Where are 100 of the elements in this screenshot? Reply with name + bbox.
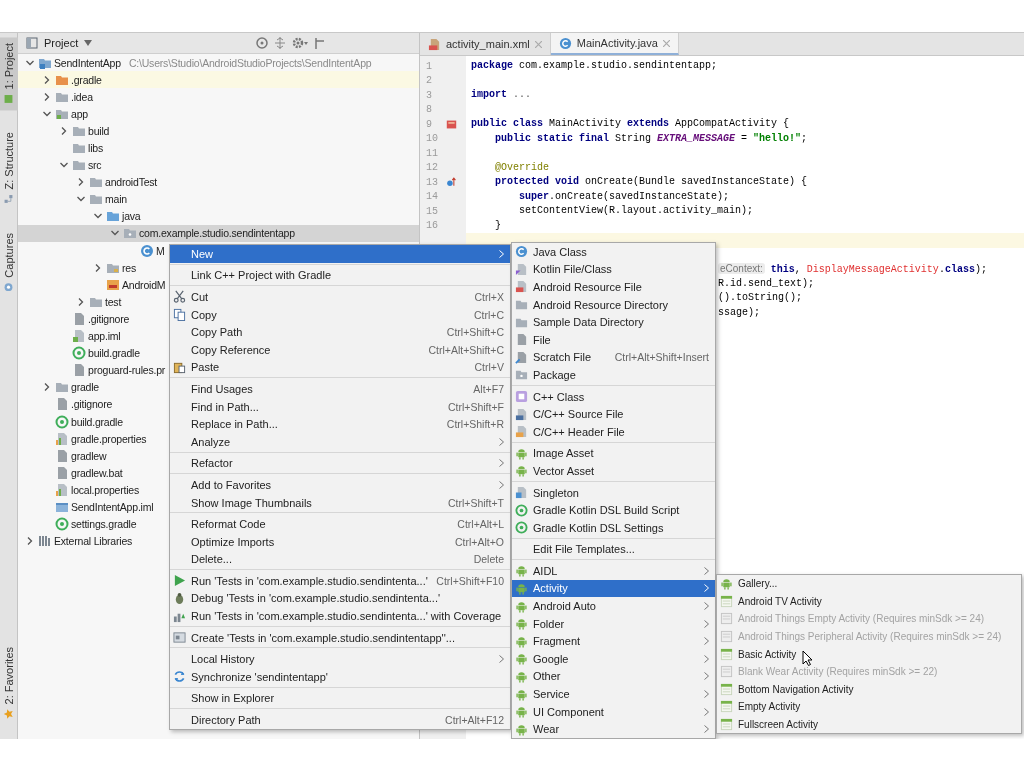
gear-icon[interactable] — [292, 37, 309, 49]
menu-item[interactable]: Find in Path... Ctrl+Shift+F — [170, 397, 510, 416]
menu-item[interactable]: Fullscreen Activity — [717, 715, 1021, 734]
tool-window-tab[interactable]: 2: Favorites — [0, 640, 18, 725]
tree-item[interactable]: gradlew — [18, 447, 107, 465]
menu-item[interactable]: Vector Asset — [512, 462, 715, 480]
menu-item[interactable]: Show Image Thumbnails Ctrl+Shift+T — [170, 493, 510, 512]
menu-item[interactable]: Empty Activity — [717, 698, 1021, 716]
menu-item[interactable]: Analyze — [170, 432, 510, 451]
menu-item[interactable]: Copy Reference Ctrl+Alt+Shift+C — [170, 340, 510, 359]
tree-item[interactable]: AndroidM — [18, 276, 166, 294]
menu-item[interactable]: Create 'Tests in 'com.example.studio.sendintentapp''... — [170, 628, 510, 647]
menu-item[interactable]: File — [512, 330, 715, 349]
android-icon — [515, 464, 528, 478]
tree-item[interactable]: settings.gradle — [18, 515, 137, 533]
tree-item[interactable]: app — [18, 105, 88, 123]
menu-item[interactable]: Find Usages Alt+F7 — [170, 380, 510, 398]
menu-item[interactable]: Local History — [170, 650, 510, 669]
tree-item[interactable]: M — [18, 242, 165, 260]
menu-item[interactable]: Service — [512, 685, 715, 703]
tree-item[interactable]: SendIntentApp C:\Users\Studio\AndroidStudioProjects\SendIntentApp — [18, 54, 372, 72]
tool-window-tab[interactable]: Captures — [0, 226, 18, 299]
layout-icon — [720, 682, 733, 696]
tree-item[interactable]: app.iml — [18, 327, 121, 345]
menu-item[interactable]: Edit File Templates... — [512, 540, 715, 559]
menu-item[interactable]: C/C++ Source File — [512, 405, 715, 423]
tree-item[interactable]: build.gradle — [18, 344, 140, 362]
tree-item[interactable]: src — [18, 156, 102, 174]
tree-item[interactable]: proguard-rules.pr — [18, 361, 166, 379]
menu-item[interactable]: New — [170, 245, 510, 263]
menu-item[interactable]: Synchronize 'sendintentapp' — [170, 668, 510, 686]
tree-item[interactable]: local.properties — [18, 481, 139, 499]
menu-item[interactable]: Refactor — [170, 454, 510, 473]
menu-item[interactable]: Sample Data Directory — [512, 313, 715, 331]
menu-item[interactable]: Singleton — [512, 483, 715, 502]
menu-item[interactable]: Java Class — [512, 243, 715, 261]
tree-item[interactable]: gradlew.bat — [18, 464, 123, 482]
menu-item[interactable]: Basic Activity — [717, 645, 1021, 663]
tree-item[interactable]: .idea — [18, 88, 93, 106]
menu-item[interactable]: Gallery... — [717, 575, 1021, 593]
editor-tab[interactable]: activity_main.xml — [420, 33, 551, 55]
menu-item[interactable]: Debug 'Tests in 'com.example.studio.sendintenta...' — [170, 589, 510, 608]
tool-window-tab[interactable]: 1: Project — [0, 37, 18, 111]
menu-item[interactable]: UI Component — [512, 702, 715, 721]
tree-item[interactable]: main — [18, 190, 127, 208]
tree-item[interactable]: build.gradle — [18, 412, 123, 431]
menu-item[interactable]: Folder — [512, 614, 715, 633]
menu-item[interactable]: Add to Favorites — [170, 476, 510, 494]
menu-item[interactable]: AIDL — [512, 562, 715, 580]
menu-item[interactable]: Copy Ctrl+C — [170, 305, 510, 324]
menu-item[interactable]: Scratch File Ctrl+Alt+Shift+Insert — [512, 348, 715, 367]
menu-item[interactable]: Copy Path Ctrl+Shift+C — [170, 323, 510, 341]
tree-item[interactable]: test — [18, 293, 122, 311]
tree-item[interactable]: gradle — [18, 378, 99, 396]
menu-item[interactable]: Run 'Tests in 'com.example.studio.sendintenta...' with Coverage — [170, 607, 510, 625]
menu-item[interactable]: Wear — [512, 720, 715, 739]
tree-item[interactable]: External Libraries — [18, 532, 133, 550]
tree-item[interactable]: androidTest — [18, 173, 158, 191]
collapse-icon[interactable] — [274, 37, 287, 49]
tree-item[interactable]: SendIntentApp.iml — [18, 498, 154, 516]
tree-item[interactable]: java — [18, 207, 141, 225]
tree-item[interactable]: .gitignore — [18, 310, 130, 328]
menu-item[interactable]: Android Resource Directory — [512, 295, 715, 314]
menu-item[interactable]: Replace in Path... Ctrl+Shift+R — [170, 415, 510, 433]
menu-item[interactable]: C/C++ Header File — [512, 422, 715, 441]
menu-item[interactable]: Android TV Activity — [717, 592, 1021, 611]
menu-item[interactable]: Activity — [512, 579, 715, 598]
menu-item[interactable]: Paste Ctrl+V — [170, 358, 510, 377]
menu-item[interactable]: Run 'Tests in 'com.example.studio.sendintenta...' Ctrl+Shift+F10 — [170, 572, 510, 590]
tree-item[interactable]: .gradle — [18, 71, 419, 89]
menu-item[interactable]: Gradle Kotlin DSL Build Script — [512, 501, 715, 519]
menu-item[interactable]: Gradle Kotlin DSL Settings — [512, 518, 715, 537]
target-icon[interactable] — [256, 37, 269, 49]
tree-item[interactable]: res — [18, 259, 136, 277]
menu-item[interactable]: Show in Explorer — [170, 689, 510, 708]
menu-item[interactable]: Google — [512, 650, 715, 668]
tree-item[interactable]: .gitignore — [18, 395, 113, 413]
menu-item[interactable]: Android Resource File — [512, 278, 715, 296]
menu-item[interactable]: Kotlin File/Class — [512, 260, 715, 279]
menu-item[interactable]: Directory Path Ctrl+Alt+F12 — [170, 711, 510, 729]
menu-item[interactable]: Package — [512, 366, 715, 384]
menu-item[interactable]: Cut Ctrl+X — [170, 288, 510, 306]
tree-item[interactable]: libs — [18, 139, 103, 157]
menu-item[interactable]: Fragment — [512, 632, 715, 651]
menu-item[interactable]: Delete... Delete — [170, 550, 510, 569]
class-icon — [140, 243, 154, 258]
menu-item[interactable]: Image Asset — [512, 444, 715, 463]
menu-item[interactable]: C++ Class — [512, 387, 715, 406]
menu-item[interactable]: Android Auto — [512, 597, 715, 615]
tree-item[interactable]: com.example.studio.sendintentapp — [18, 224, 419, 243]
tool-window-tab[interactable]: Z: Structure — [0, 126, 18, 211]
tree-item[interactable]: build — [18, 122, 110, 140]
menu-item[interactable]: Other — [512, 667, 715, 686]
tree-item[interactable]: gradle.properties — [18, 430, 147, 448]
dropdown-caret-icon[interactable] — [84, 40, 93, 46]
editor-tab[interactable]: MainActivity.java — [550, 33, 679, 55]
menu-item[interactable]: Optimize Imports Ctrl+Alt+O — [170, 532, 510, 551]
menu-item[interactable]: Link C++ Project with Gradle — [170, 266, 510, 285]
menu-item[interactable]: Bottom Navigation Activity — [717, 680, 1021, 699]
menu-item[interactable]: Reformat Code Ctrl+Alt+L — [170, 515, 510, 533]
